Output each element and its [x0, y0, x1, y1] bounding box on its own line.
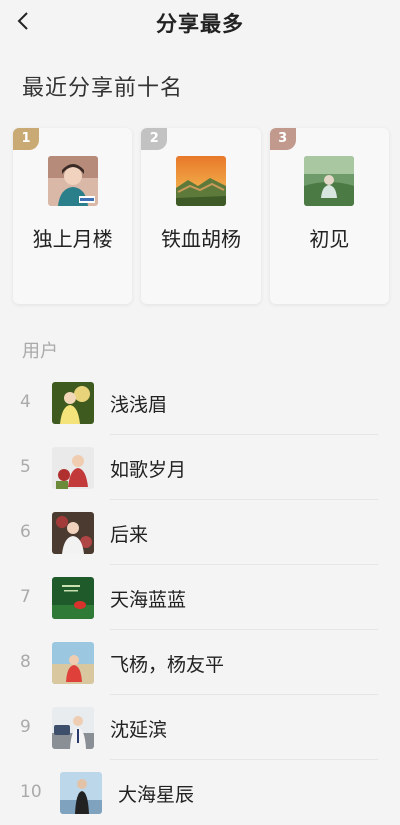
rank-number: 7: [20, 587, 31, 607]
rank-badge: 1: [13, 128, 39, 150]
rank-number: 10: [20, 782, 42, 802]
rank-number: 5: [20, 457, 31, 477]
list-item[interactable]: 4 浅浅眉: [0, 370, 400, 435]
rank-badge: 2: [141, 128, 168, 150]
avatar: [52, 447, 94, 489]
user-list: 4 浅浅眉 5 如歌岁月 6 后来 7 天海蓝蓝 8 飞杨，杨友平 9 沈延滨 …: [0, 370, 400, 825]
user-name: 浅浅眉: [110, 394, 168, 416]
list-item[interactable]: 9 沈延滨: [0, 695, 400, 760]
list-item[interactable]: 5 如歌岁月: [0, 435, 400, 500]
card-name: 独上月楼: [32, 227, 113, 251]
avatar: [52, 512, 94, 554]
list-item[interactable]: 10 大海星辰: [0, 760, 400, 825]
user-name: 沈延滨: [110, 719, 168, 741]
user-name: 后来: [110, 524, 149, 546]
avatar: [52, 577, 94, 619]
avatar: [175, 156, 226, 206]
list-item[interactable]: 8 飞杨，杨友平: [0, 630, 400, 695]
top-three-cards: 1 独上月楼 2 铁血胡杨 3 初见: [13, 128, 389, 304]
top-card-2[interactable]: 2 铁血胡杨: [141, 128, 261, 304]
rank-number: 8: [20, 652, 31, 672]
page-title: 分享最多: [156, 12, 244, 36]
avatar: [304, 156, 355, 206]
top-card-1[interactable]: 1 独上月楼: [13, 128, 133, 304]
list-item[interactable]: 7 天海蓝蓝: [0, 565, 400, 630]
avatar: [52, 382, 94, 424]
user-name: 大海星辰: [118, 784, 195, 806]
avatar: [52, 642, 94, 684]
top-card-3[interactable]: 3 初见: [269, 128, 389, 304]
rank-badge: 3: [269, 128, 296, 150]
rank-number: 6: [20, 522, 31, 542]
user-name: 飞杨，杨友平: [110, 654, 225, 676]
user-name: 如歌岁月: [110, 459, 187, 481]
user-name: 天海蓝蓝: [110, 589, 187, 611]
card-name: 初见: [309, 227, 350, 251]
rank-number: 9: [20, 717, 31, 737]
users-section-label: 用户: [22, 341, 58, 362]
top-ten-section-title: 最近分享前十名: [22, 76, 184, 101]
list-item[interactable]: 6 后来: [0, 500, 400, 565]
avatar: [47, 156, 98, 206]
card-name: 铁血胡杨: [160, 227, 241, 251]
header-bar: 分享最多: [0, 0, 400, 44]
avatar: [52, 707, 94, 749]
rank-number: 4: [20, 392, 31, 412]
avatar: [60, 772, 102, 814]
